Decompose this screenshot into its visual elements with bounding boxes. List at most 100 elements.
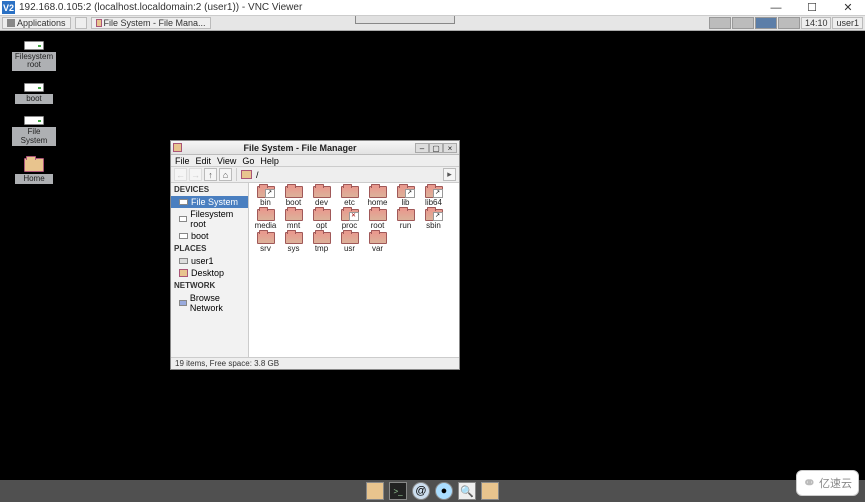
desktop-icon-filesystem-root[interactable]: Filesystem root: [12, 41, 56, 71]
fm-forward-button[interactable]: →: [189, 168, 202, 181]
fm-menu-file[interactable]: File: [175, 156, 190, 166]
disk-icon: [179, 216, 187, 222]
desktop-icon-home[interactable]: Home: [12, 158, 56, 184]
network-icon: [179, 300, 187, 306]
folder-item-opt[interactable]: opt: [308, 209, 335, 230]
fm-path[interactable]: /: [256, 170, 259, 180]
folder-label: root: [371, 222, 385, 230]
fm-menu-edit[interactable]: Edit: [196, 156, 212, 166]
folder-item-tmp[interactable]: tmp: [308, 232, 335, 253]
sidebar-item-desktop[interactable]: Desktop: [171, 267, 248, 279]
fm-content-area[interactable]: bin bootdev etc homeliblib64 mediamntoptproc…: [249, 183, 459, 357]
folder-item-sbin[interactable]: sbin: [420, 209, 447, 230]
vnc-capture-toolbar[interactable]: [355, 16, 455, 24]
fm-toolbar: ← → ↑ ⌂ / ▸: [171, 167, 459, 183]
desktop-icon-label: Filesystem root: [12, 52, 56, 71]
fm-sidebar: DEVICES File System Filesystem root boot…: [171, 183, 249, 357]
desktop-icon-label: Home: [15, 174, 53, 184]
workspace-3[interactable]: [755, 17, 777, 29]
folder-item-home[interactable]: home: [364, 186, 391, 207]
fm-titlebar[interactable]: File System - File Manager – ▢ ×: [171, 141, 459, 155]
dock-item-term[interactable]: >_: [389, 482, 407, 500]
folder-icon: [425, 186, 443, 198]
folder-item-dev[interactable]: dev: [308, 186, 335, 207]
home-icon: [179, 258, 188, 264]
folder-label: etc: [344, 199, 355, 207]
dock-item-web[interactable]: @: [412, 482, 430, 500]
sidebar-label-boot: boot: [191, 231, 209, 241]
folder-icon: [313, 209, 331, 221]
applications-menu-button[interactable]: Applications: [2, 17, 71, 29]
show-desktop-button[interactable]: [75, 17, 87, 29]
folder-item-etc[interactable]: etc: [336, 186, 363, 207]
folder-item-run[interactable]: run: [392, 209, 419, 230]
folder-item-usr[interactable]: usr: [336, 232, 363, 253]
workspace-2[interactable]: [732, 17, 754, 29]
folder-icon: [285, 232, 303, 244]
folder-item-lib64[interactable]: lib64: [420, 186, 447, 207]
fm-menu-go[interactable]: Go: [242, 156, 254, 166]
workspace-4[interactable]: [778, 17, 800, 29]
folder-label: dev: [315, 199, 328, 207]
folder-item-boot[interactable]: boot: [280, 186, 307, 207]
desktop-icon-boot[interactable]: boot: [12, 83, 56, 104]
vnc-minimize-button[interactable]: —: [765, 1, 787, 15]
vnc-logo-icon: V2: [2, 1, 15, 14]
taskbar-user[interactable]: user1: [832, 17, 863, 29]
fm-path-overflow-button[interactable]: ▸: [443, 168, 456, 181]
folder-item-lib[interactable]: lib: [392, 186, 419, 207]
folder-label: srv: [260, 245, 271, 253]
sidebar-label-fsroot: Filesystem root: [190, 209, 245, 229]
folder-item-var[interactable]: var: [364, 232, 391, 253]
sidebar-header-places: PLACES: [171, 242, 248, 255]
sidebar-item-user[interactable]: user1: [171, 255, 248, 267]
workspace-1[interactable]: [709, 17, 731, 29]
folder-icon: [369, 232, 387, 244]
fm-maximize-button[interactable]: ▢: [429, 143, 443, 153]
folder-item-media[interactable]: media: [252, 209, 279, 230]
folder-icon: [369, 209, 387, 221]
folder-item-bin[interactable]: bin: [252, 186, 279, 207]
folder-item-srv[interactable]: srv: [252, 232, 279, 253]
desktop-icon-label: File System: [12, 127, 56, 146]
sidebar-item-filesystem[interactable]: File System: [171, 196, 248, 208]
vnc-maximize-button[interactable]: ☐: [801, 1, 823, 15]
sidebar-item-boot[interactable]: boot: [171, 230, 248, 242]
bottom-dock: >_ @ ● 🔍: [0, 480, 865, 502]
folder-icon: [341, 186, 359, 198]
vnc-window-title: 192.168.0.105:2 (localhost.localdomain:2…: [19, 2, 765, 13]
fm-back-button[interactable]: ←: [174, 168, 187, 181]
taskbar-folder-icon: [96, 19, 102, 27]
sidebar-label-filesystem: File System: [191, 197, 238, 207]
dock-item-globe[interactable]: ●: [435, 482, 453, 500]
fm-menu-help[interactable]: Help: [260, 156, 279, 166]
folder-item-sys[interactable]: sys: [280, 232, 307, 253]
folder-item-proc[interactable]: proc: [336, 209, 363, 230]
fm-home-button[interactable]: ⌂: [219, 168, 232, 181]
folder-item-root[interactable]: root: [364, 209, 391, 230]
taskbar-filemanager-task[interactable]: File System - File Mana...: [91, 17, 211, 29]
folder-label: bin: [260, 199, 271, 207]
fm-minimize-button[interactable]: –: [415, 143, 429, 153]
taskbar-clock[interactable]: 14:10: [801, 17, 832, 29]
dock-item-folder-2[interactable]: [481, 482, 499, 500]
fm-close-button[interactable]: ×: [443, 143, 457, 153]
disk-icon: [24, 41, 44, 50]
sidebar-item-browse-network[interactable]: Browse Network: [171, 292, 248, 314]
sidebar-header-devices: DEVICES: [171, 183, 248, 196]
fm-up-button[interactable]: ↑: [204, 168, 217, 181]
fm-title-folder-icon: [173, 143, 182, 152]
folder-icon: [257, 232, 275, 244]
vnc-close-button[interactable]: ✕: [837, 1, 859, 15]
dock-item-folder[interactable]: [366, 482, 384, 500]
folder-icon: [397, 209, 415, 221]
sidebar-item-fsroot[interactable]: Filesystem root: [171, 208, 248, 230]
path-folder-icon[interactable]: [241, 170, 252, 179]
desktop-icon-file-system[interactable]: File System: [12, 116, 56, 146]
watermark: ⚭ 亿速云: [796, 470, 859, 496]
dock-item-search[interactable]: 🔍: [458, 482, 476, 500]
fm-menu-view[interactable]: View: [217, 156, 236, 166]
folder-label: var: [372, 245, 383, 253]
folder-item-mnt[interactable]: mnt: [280, 209, 307, 230]
folder-label: sbin: [426, 222, 441, 230]
